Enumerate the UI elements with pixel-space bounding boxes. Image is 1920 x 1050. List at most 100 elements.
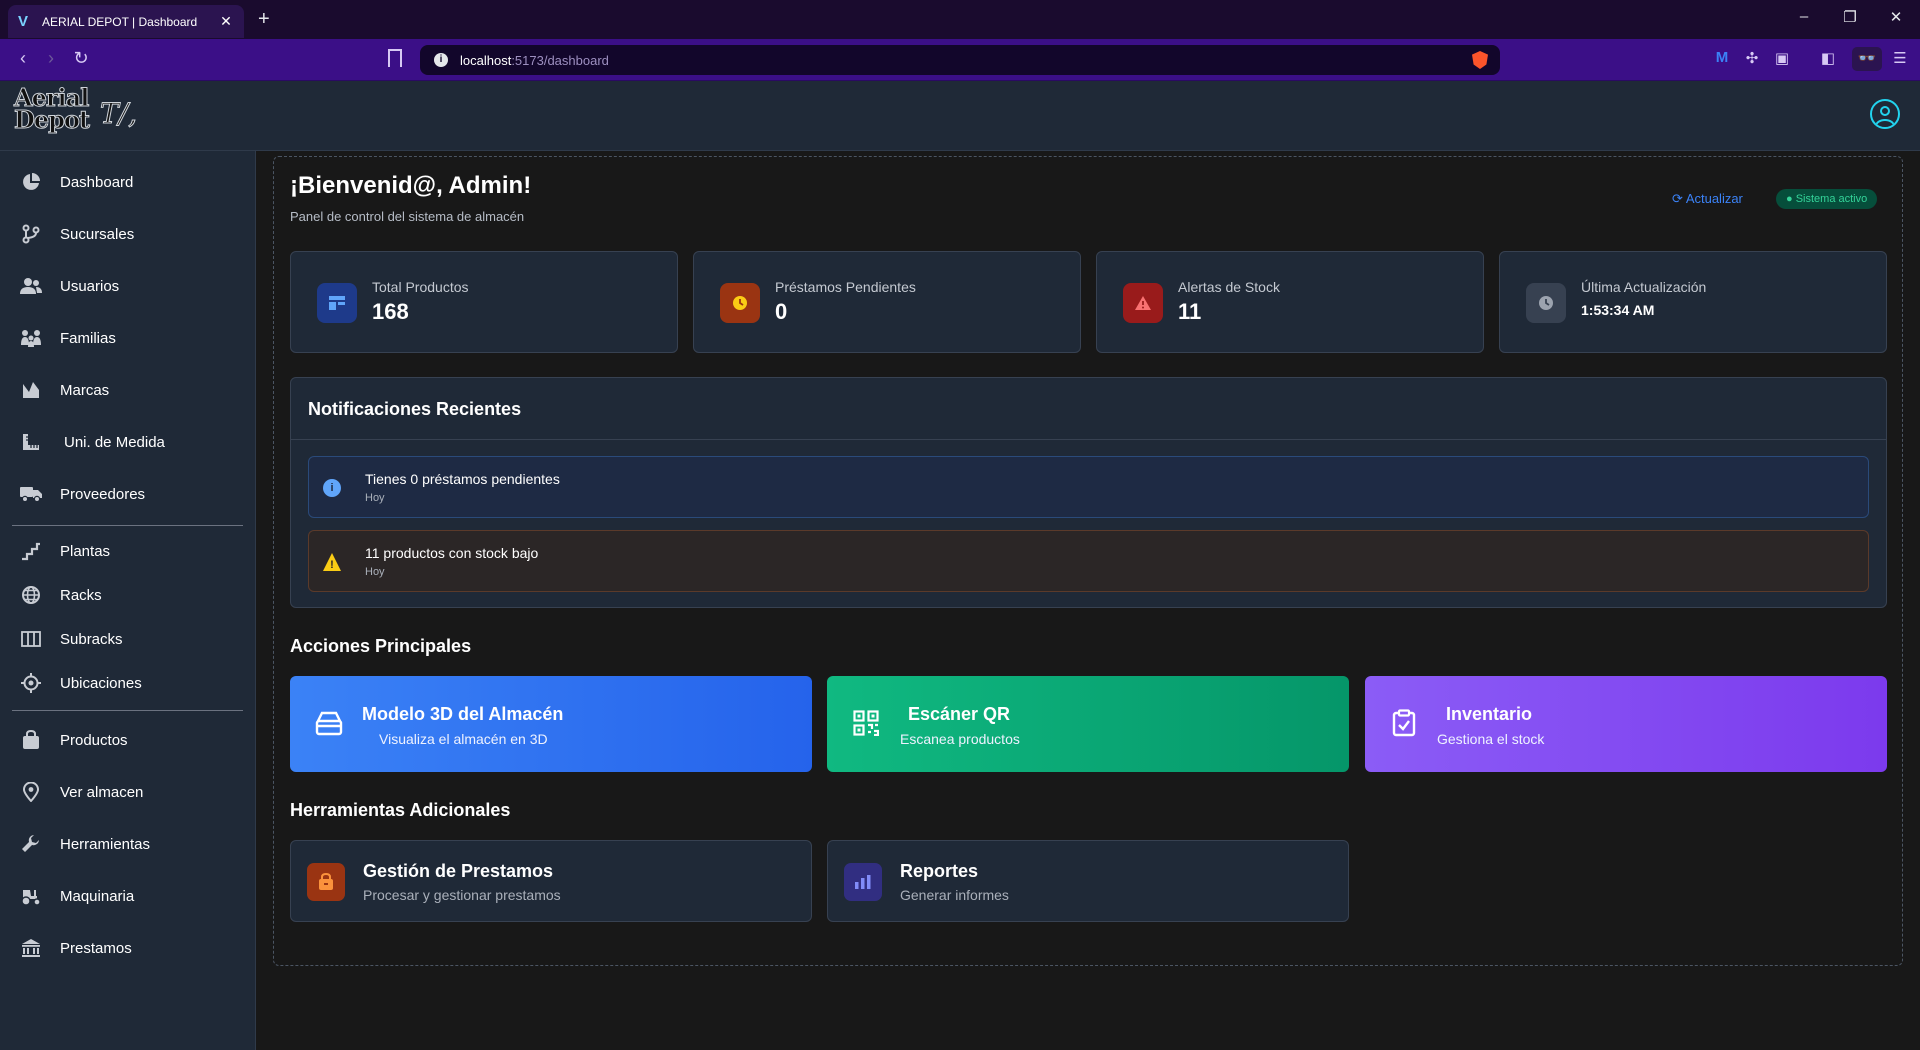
sidebar-item-prestamos[interactable]: Prestamos xyxy=(0,928,256,968)
sidebar-item-ubicaciones[interactable]: Ubicaciones xyxy=(0,663,256,703)
sidebar-item-proveedores[interactable]: Proveedores xyxy=(0,474,256,514)
minimize-icon[interactable]: – xyxy=(1794,8,1814,25)
sidebar-item-usuarios[interactable]: Usuarios xyxy=(0,266,256,306)
bar-chart-icon xyxy=(844,863,882,901)
action-modelo-3d-button[interactable]: Modelo 3D del Almacén Visualiza el almac… xyxy=(290,676,812,772)
refresh-icon: ⟳ xyxy=(1672,191,1683,206)
private-glasses-icon[interactable]: 👓 xyxy=(1852,47,1882,71)
sidebar-item-label: Proveedores xyxy=(60,485,146,503)
reload-icon[interactable]: ↻ xyxy=(70,48,92,69)
sidebar-item-label: Herramientas xyxy=(60,835,151,853)
pie-chart-icon xyxy=(20,171,42,193)
truck-icon xyxy=(20,483,42,505)
sidebar-item-maquinaria[interactable]: Maquinaria xyxy=(0,876,256,916)
table-icon xyxy=(317,283,357,323)
sidebar-item-ver-almacen[interactable]: Ver almacen xyxy=(0,772,256,812)
users-icon xyxy=(20,275,42,297)
brave-shields-icon[interactable] xyxy=(1472,51,1488,69)
sidebar-item-sucursales[interactable]: Sucursales xyxy=(0,214,256,254)
site-info-icon[interactable]: i xyxy=(434,53,448,67)
sidebar-item-label: Subracks xyxy=(60,630,123,648)
page-subtitle: Panel de control del sistema de almacén xyxy=(290,209,525,224)
stat-value: 1:53:34 AM xyxy=(1581,302,1655,318)
columns-icon xyxy=(20,628,42,650)
branches-icon xyxy=(20,223,42,245)
package-icon xyxy=(307,863,345,901)
brand-icon xyxy=(20,379,42,401)
extensions-puzzle-icon[interactable]: ✣ xyxy=(1742,49,1762,69)
browser-tab-bar: V AERIAL DEPOT | Dashboard ✕ + – ❐ ✕ xyxy=(0,0,1920,39)
notification-item[interactable]: ! 11 productos con stock bajo Hoy xyxy=(308,530,1869,592)
tool-gestion-prestamos-button[interactable]: Gestión de Prestamos Procesar y gestiona… xyxy=(290,840,812,922)
sidebar-item-marcas[interactable]: Marcas xyxy=(0,370,256,410)
status-dot-icon: ● xyxy=(1786,193,1793,205)
stat-card-prestamos-pendientes: Préstamos Pendientes 0 xyxy=(693,251,1081,353)
stat-card-total-productos: Total Productos 168 xyxy=(290,251,678,353)
menu-icon[interactable]: ☰ xyxy=(1890,49,1910,69)
close-window-icon[interactable]: ✕ xyxy=(1886,8,1906,26)
stat-label: Total Productos xyxy=(372,279,469,295)
notifications-divider xyxy=(291,439,1886,440)
clipboard-check-icon xyxy=(1389,708,1419,738)
sidebar-item-productos[interactable]: Productos xyxy=(0,720,256,760)
sidebar-item-subracks[interactable]: Subracks xyxy=(0,619,256,659)
action-escaner-qr-button[interactable]: Escáner QR Escanea productos xyxy=(827,676,1349,772)
stat-value: 0 xyxy=(775,299,788,324)
screenshot-icon[interactable]: ▣ xyxy=(1772,49,1792,69)
tool-reportes-button[interactable]: Reportes Generar informes xyxy=(827,840,1349,922)
sidebar-item-label: Plantas xyxy=(60,542,111,560)
sidebar-item-plantas[interactable]: Plantas xyxy=(0,531,256,571)
action-subtitle: Visualiza el almacén en 3D xyxy=(379,731,548,747)
tab-close-icon[interactable]: ✕ xyxy=(218,13,234,30)
sidebar-item-familias[interactable]: Familias xyxy=(0,318,256,358)
url-path: :5173/dashboard xyxy=(511,52,609,68)
sidebar-item-label: Usuarios xyxy=(60,277,120,295)
alert-icon xyxy=(1123,283,1163,323)
sidebar-item-uni-medida[interactable]: Uni. de Medida xyxy=(0,422,256,462)
ruler-icon xyxy=(20,431,42,453)
page-title: ¡Bienvenid@, Admin! xyxy=(290,172,532,199)
notification-item[interactable]: i Tienes 0 préstamos pendientes Hoy xyxy=(308,456,1869,518)
forward-icon[interactable]: › xyxy=(40,48,62,69)
new-tab-icon[interactable]: + xyxy=(258,8,270,31)
restore-icon[interactable]: ❐ xyxy=(1840,8,1860,26)
stat-card-ultima-actualizacion: Última Actualización 1:53:34 AM xyxy=(1499,251,1887,353)
action-title: Escáner QR xyxy=(908,704,1011,724)
back-icon[interactable]: ‹ xyxy=(12,48,34,69)
info-icon: i xyxy=(323,479,341,497)
sidebar-toggle-icon[interactable]: ◧ xyxy=(1818,49,1838,69)
sidebar-item-label: Dashboard xyxy=(60,173,134,191)
bookmark-icon[interactable] xyxy=(388,49,402,67)
browser-tab[interactable]: V AERIAL DEPOT | Dashboard ✕ xyxy=(8,5,244,38)
tool-title: Gestión de Prestamos xyxy=(363,861,554,881)
refresh-button[interactable]: ⟳ Actualizar xyxy=(1672,191,1743,207)
target-icon xyxy=(20,672,42,694)
url-host: localhost xyxy=(460,52,512,68)
family-icon xyxy=(20,327,42,349)
app-logo[interactable]: Aerial Depot xyxy=(14,85,91,134)
user-profile-icon[interactable] xyxy=(1870,99,1900,129)
warning-icon: ! xyxy=(323,553,341,571)
vite-favicon-icon: V xyxy=(18,12,29,30)
status-badge: ● Sistema activo xyxy=(1776,189,1878,209)
sidebar-item-label: Ver almacen xyxy=(60,783,144,801)
refresh-label: Actualizar xyxy=(1685,191,1743,206)
stat-card-alertas-stock: Alertas de Stock 11 xyxy=(1096,251,1484,353)
sidebar-item-herramientas[interactable]: Herramientas xyxy=(0,824,256,864)
url-bar[interactable]: i localhost:5173/dashboard xyxy=(420,45,1500,75)
sidebar-item-label: Ubicaciones xyxy=(60,674,142,692)
clock-icon xyxy=(720,283,760,323)
qr-icon xyxy=(851,708,881,738)
logo-line-2: Depot xyxy=(14,105,91,134)
sidebar-item-dashboard[interactable]: Dashboard xyxy=(0,162,256,202)
logo-mark-icon: T/, xyxy=(99,97,138,131)
extension-m-icon[interactable]: M xyxy=(1712,49,1732,69)
tractor-icon xyxy=(20,885,42,907)
action-inventario-button[interactable]: Inventario Gestiona el stock xyxy=(1365,676,1887,772)
action-subtitle: Gestiona el stock xyxy=(1437,731,1545,747)
warehouse-icon xyxy=(314,708,344,738)
sidebar-item-racks[interactable]: Racks xyxy=(0,575,256,615)
globe-icon xyxy=(20,584,42,606)
sidebar: Dashboard Sucursales Usuarios Familias M… xyxy=(0,151,256,1050)
bank-icon xyxy=(20,937,42,959)
